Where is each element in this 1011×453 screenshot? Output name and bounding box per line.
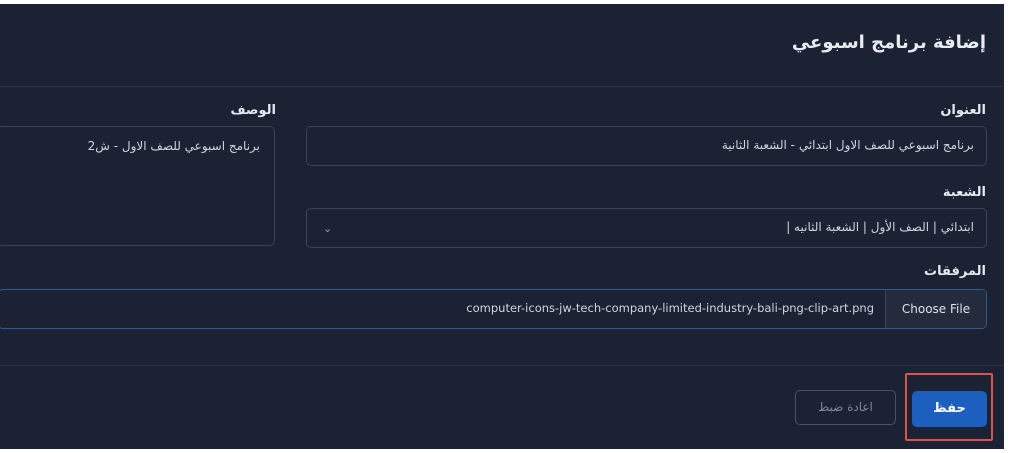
description-label: الوصف (230, 103, 276, 118)
section-select-value: ابتدائي | الصف الأول | الشعبة الثانيه | (786, 220, 974, 234)
section-label: الشعبة (942, 185, 986, 200)
reset-button[interactable]: اعادة ضبط (795, 390, 896, 425)
modal-header: إضافة برنامج اسبوعي (0, 4, 1004, 87)
title-input-value: برنامج اسبوعي للصف الاول ابتدائي - الشعب… (721, 138, 974, 152)
save-button[interactable]: حفظ (912, 391, 987, 427)
modal-footer: اعادة ضبط حفظ (0, 365, 1004, 449)
modal-title: إضافة برنامج اسبوعي (791, 32, 986, 53)
title-label: العنوان (940, 103, 986, 118)
add-weekly-program-modal: إضافة برنامج اسبوعي العنوان برنامج اسبوع… (0, 4, 1004, 449)
title-input[interactable]: برنامج اسبوعي للصف الاول ابتدائي - الشعب… (306, 126, 987, 166)
description-textarea-value: برنامج اسبوعي للصف الاول - ش2 (87, 139, 260, 153)
file-input[interactable]: Choose File computer-icons-jw-tech-compa… (0, 289, 987, 329)
description-textarea[interactable]: برنامج اسبوعي للصف الاول - ش2 (0, 126, 275, 246)
section-select[interactable]: ابتدائي | الصف الأول | الشعبة الثانيه | … (306, 208, 987, 248)
attachments-label: المرفقات (924, 264, 986, 279)
selected-file-name: computer-icons-jw-tech-company-limited-i… (466, 301, 874, 315)
choose-file-button[interactable]: Choose File (885, 290, 986, 328)
chevron-down-icon: ⌄ (323, 222, 333, 235)
